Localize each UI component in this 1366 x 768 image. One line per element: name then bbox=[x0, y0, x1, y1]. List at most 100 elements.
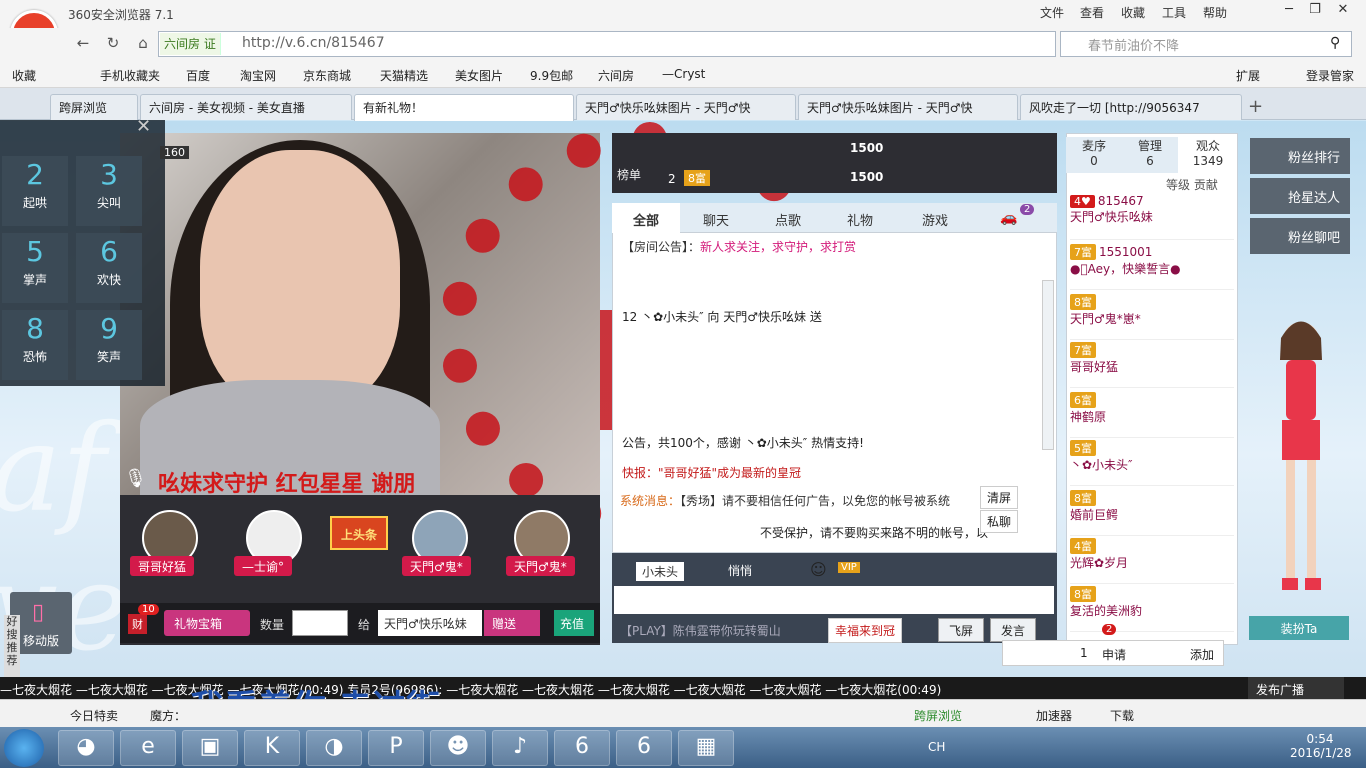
tab-pics-2[interactable]: 天門♂快乐吆妹图片 - 天門♂快 bbox=[798, 94, 1018, 120]
site-cert-badge[interactable]: 六间房 证 bbox=[160, 33, 221, 55]
pptv-icon[interactable]: P bbox=[368, 730, 424, 766]
gift-user-name[interactable]: 天門♂鬼* bbox=[506, 556, 575, 576]
tab-games[interactable]: 游戏 bbox=[896, 203, 974, 233]
close-icon[interactable]: ✕ bbox=[136, 116, 151, 137]
bookmark-taobao[interactable]: 淘宝网 bbox=[240, 67, 276, 84]
play-ad-link[interactable]: 【PLAY】陈伟霆带你玩转蜀山 bbox=[620, 622, 781, 639]
bookmark-jd[interactable]: 京东商城 bbox=[303, 67, 351, 84]
tab-6cn-home[interactable]: 六间房 - 美女视频 - 美女直播 bbox=[140, 94, 352, 120]
cross-screen-link[interactable]: 跨屏浏览 bbox=[914, 707, 962, 724]
download-link[interactable]: 下载 bbox=[1110, 707, 1134, 724]
user-row[interactable]: 7富 1551001 ●ฺAey，快樂誓言● bbox=[1070, 244, 1234, 290]
search-icon[interactable]: ⚲ bbox=[1330, 35, 1340, 51]
add-button[interactable]: 添加 bbox=[1190, 646, 1214, 663]
bookmark-pictures[interactable]: 美女图片 bbox=[455, 67, 503, 84]
tab-chat[interactable]: 聊天 bbox=[680, 203, 752, 233]
user-row[interactable]: 7富 哥哥好猛 bbox=[1070, 342, 1234, 388]
bookmark-tmall[interactable]: 天猫精选 bbox=[380, 67, 428, 84]
user-row[interactable]: 8富 复活的美洲豹 bbox=[1070, 586, 1234, 632]
user-row[interactable]: 8富 婚前巨鳄 bbox=[1070, 490, 1234, 536]
dress-up-button[interactable]: 装扮Ta bbox=[1249, 616, 1349, 640]
broadcast-button[interactable]: 发布广播 bbox=[1248, 677, 1344, 699]
menu-file[interactable]: 文件 bbox=[1040, 4, 1064, 21]
headline-gift[interactable]: 上头条 bbox=[330, 516, 388, 550]
extensions-button[interactable]: 扩展 bbox=[1236, 67, 1260, 84]
frog-app-icon[interactable]: ☻ bbox=[430, 730, 486, 766]
clear-screen-button[interactable]: 清屏 bbox=[980, 486, 1019, 509]
new-tab-button[interactable]: + bbox=[1248, 96, 1263, 117]
bookmark-favorites[interactable]: 收藏 bbox=[12, 67, 36, 84]
menu-tools[interactable]: 工具 bbox=[1162, 4, 1186, 21]
tab-songs[interactable]: 点歌 bbox=[752, 203, 824, 233]
effect-key-happy[interactable]: 6 欢快 bbox=[76, 233, 142, 303]
user-row[interactable]: 4富 光辉✿岁月 bbox=[1070, 538, 1234, 584]
fly-screen-button[interactable]: 飞屏 bbox=[938, 618, 985, 642]
avatar-doll[interactable] bbox=[1256, 310, 1346, 610]
tab-admins[interactable]: 管理 6 bbox=[1122, 137, 1178, 173]
car-icon[interactable]: 🚗 bbox=[1000, 210, 1017, 226]
close-button[interactable]: ✕ bbox=[1330, 2, 1356, 22]
treasure-box-button[interactable]: 礼物宝箱 bbox=[164, 610, 250, 636]
taskbar-app-icon[interactable]: ◕ bbox=[58, 730, 114, 766]
menu-help[interactable]: 帮助 bbox=[1203, 4, 1227, 21]
back-icon[interactable]: ← bbox=[72, 34, 94, 56]
chat-input[interactable] bbox=[614, 586, 1054, 614]
fan-ranking-button[interactable]: 粉丝排行 bbox=[1250, 138, 1350, 174]
360-browser-icon[interactable]: ◑ bbox=[306, 730, 362, 766]
maximize-button[interactable]: ❐ bbox=[1302, 2, 1328, 22]
kugou-icon[interactable]: K bbox=[244, 730, 300, 766]
gift-user-name[interactable]: 天門♂鬼* bbox=[402, 556, 471, 576]
url-text[interactable]: http://v.6.cn/815467 bbox=[242, 35, 385, 51]
crown-button[interactable]: 幸福来到冠 bbox=[828, 618, 903, 643]
home-icon[interactable]: ⌂ bbox=[132, 34, 154, 56]
chat-scrollbar[interactable] bbox=[1042, 280, 1054, 450]
user-row[interactable]: 4♥ 815467 天門♂快乐吆妹 bbox=[1070, 194, 1234, 240]
give-gift-button[interactable]: 赠送 bbox=[484, 610, 540, 636]
daily-deals-link[interactable]: 今日特卖 bbox=[70, 707, 118, 724]
user-row[interactable]: 8富 天門♂鬼*崽* bbox=[1070, 294, 1234, 340]
microphone-icon[interactable]: 🎙 bbox=[124, 468, 147, 489]
chat-target[interactable]: 小未头 bbox=[636, 562, 685, 581]
6cn-icon-2[interactable]: 6 bbox=[616, 730, 672, 766]
search-input[interactable]: 春节前油价不降 bbox=[1088, 35, 1179, 54]
iqiyi-icon[interactable]: ▣ bbox=[182, 730, 238, 766]
minimize-button[interactable]: ─ bbox=[1276, 2, 1302, 22]
tab-all[interactable]: 全部 bbox=[612, 203, 680, 233]
music-app-icon[interactable]: ♪ bbox=[492, 730, 548, 766]
apply-button[interactable]: 申请 bbox=[1102, 646, 1126, 663]
refresh-icon[interactable]: ↻ bbox=[102, 34, 124, 56]
emoji-icon[interactable]: ☺ bbox=[810, 560, 827, 579]
tab-mic-queue[interactable]: 麦序 0 bbox=[1066, 137, 1122, 173]
menu-view[interactable]: 查看 bbox=[1080, 4, 1104, 21]
gift-user-name[interactable]: —士谕° bbox=[234, 556, 293, 576]
bookmark-99[interactable]: 9.9包邮 bbox=[530, 67, 573, 84]
star-grabber-button[interactable]: 抢星达人 bbox=[1250, 178, 1350, 214]
start-button[interactable] bbox=[4, 729, 44, 767]
tab-cross-screen[interactable]: 跨屏浏览 bbox=[50, 94, 138, 120]
effect-key-laugh[interactable]: 9 笑声 bbox=[76, 310, 142, 380]
wealth-box-label[interactable]: 财 bbox=[128, 614, 147, 634]
cube-link[interactable]: 魔方： bbox=[150, 707, 186, 724]
recharge-button[interactable]: 充值 bbox=[554, 610, 594, 636]
fan-chat-button[interactable]: 粉丝聊吧 bbox=[1250, 218, 1350, 254]
bookmark-baidu[interactable]: 百度 bbox=[186, 67, 210, 84]
tab-new-gift[interactable]: 有新礼物！ bbox=[354, 94, 574, 121]
rank-label[interactable]: 榜单 bbox=[617, 166, 641, 183]
6cn-icon[interactable]: 6 bbox=[554, 730, 610, 766]
login-manager-button[interactable]: 登录管家 bbox=[1306, 67, 1354, 84]
menu-favorites[interactable]: 收藏 bbox=[1121, 4, 1145, 21]
send-button[interactable]: 发言 bbox=[990, 618, 1037, 642]
quantity-input[interactable] bbox=[292, 610, 348, 636]
tab-audience[interactable]: 观众 1349 bbox=[1180, 137, 1236, 173]
ie-icon[interactable]: e bbox=[120, 730, 176, 766]
effect-key-applause[interactable]: 5 掌声 bbox=[2, 233, 68, 303]
effect-key-horror[interactable]: 8 恐怖 bbox=[2, 310, 68, 380]
accelerator-link[interactable]: 加速器 bbox=[1036, 707, 1072, 724]
effect-key-scream[interactable]: 3 尖叫 bbox=[76, 156, 142, 226]
bookmark-cryst[interactable]: —Cryst bbox=[662, 67, 705, 81]
tab-pics-1[interactable]: 天門♂快乐吆妹图片 - 天門♂快 bbox=[576, 94, 796, 120]
tab-gifts[interactable]: 礼物 bbox=[824, 203, 896, 233]
recipient-select[interactable]: 天門♂快乐吆妹 bbox=[378, 610, 482, 636]
user-row[interactable]: 6富 神鹤原 bbox=[1070, 392, 1234, 438]
language-indicator[interactable]: CH bbox=[928, 740, 945, 754]
